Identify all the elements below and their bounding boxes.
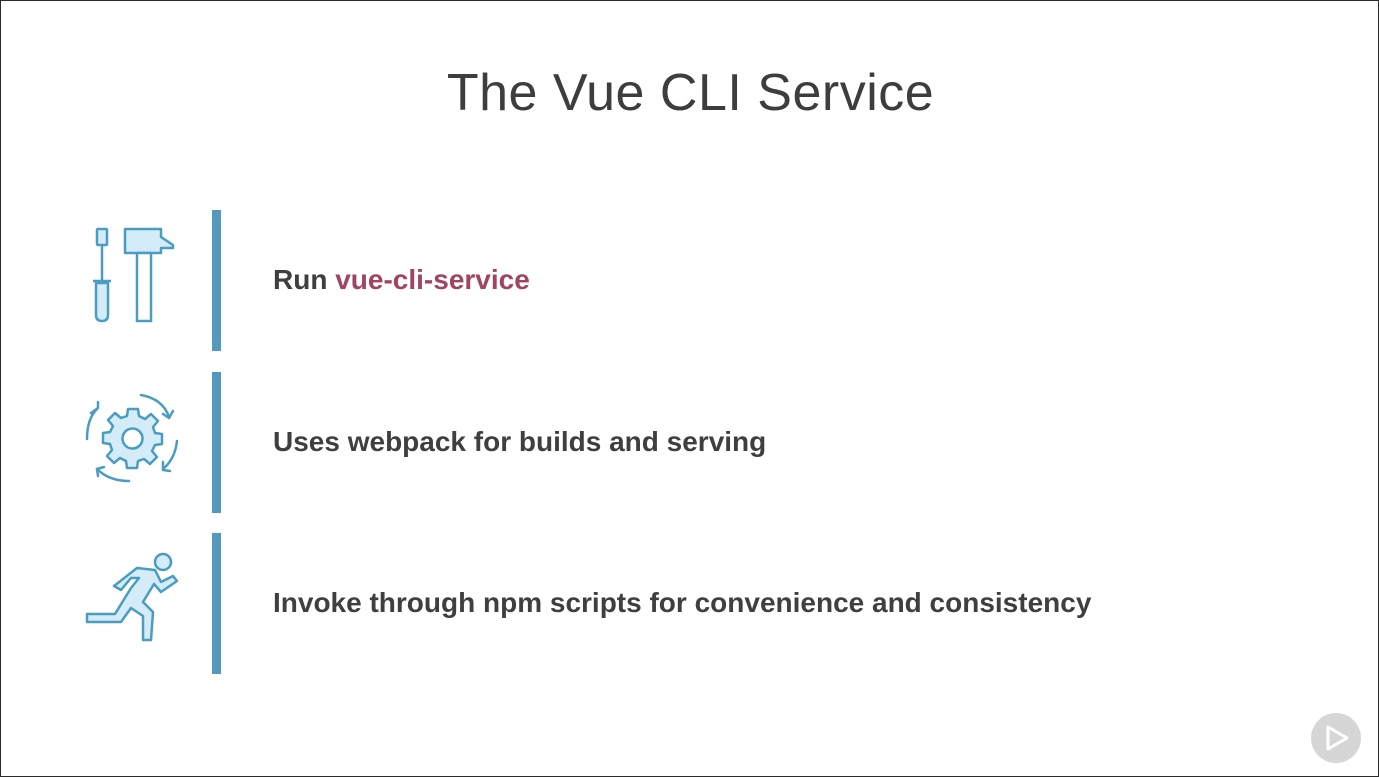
accent-bar xyxy=(212,533,221,674)
slide-title: The Vue CLI Service xyxy=(446,64,935,122)
accent-bar xyxy=(212,372,221,513)
slide: The Vue CLI Service Run vue-cli-service xyxy=(0,0,1379,777)
point-text-prefix: Run xyxy=(273,264,336,295)
point-text-3: Invoke through npm scripts for convenien… xyxy=(273,587,1092,618)
play-button[interactable] xyxy=(1311,713,1361,763)
gear-cycle-icon xyxy=(81,387,185,491)
play-icon xyxy=(1326,725,1349,751)
runner-icon xyxy=(81,548,185,652)
point-row-2: Uses webpack for builds and serving xyxy=(1,372,1379,513)
point-row-3: Invoke through npm scripts for convenien… xyxy=(1,533,1379,674)
accent-bar xyxy=(212,210,221,351)
point-row-1: Run vue-cli-service xyxy=(1,210,1379,351)
point-text-1: Run vue-cli-service xyxy=(273,264,530,296)
point-text-2: Uses webpack for builds and serving xyxy=(273,426,767,457)
tools-icon xyxy=(81,225,185,329)
command-highlight: vue-cli-service xyxy=(335,264,530,295)
